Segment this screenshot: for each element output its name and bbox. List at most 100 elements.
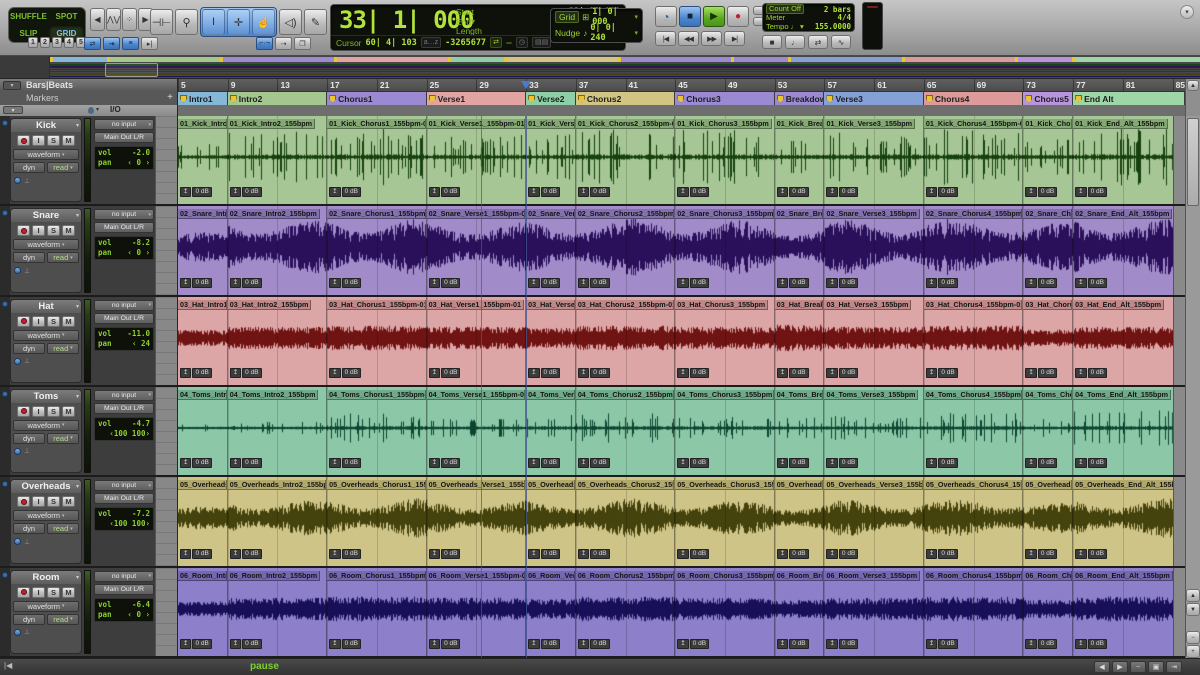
audio-clip[interactable]: 06_Room_Chorus3_155bpm↥0 dB [675,568,774,656]
clip-gain-badge[interactable]: ↥0 dB [1025,639,1057,649]
input-selector[interactable]: no input▾ [94,209,154,220]
record-enable-button[interactable] [17,316,30,327]
trim-tool-button[interactable]: ⊣⊢ [150,9,173,35]
scroll-up-corner-button[interactable]: ▲ [1187,80,1199,91]
input-monitor-button[interactable]: I [32,135,45,146]
tempo-ruler-button[interactable]: ∿ [831,35,851,49]
pan-value[interactable]: ‹100 100› [109,429,150,439]
zoom-preset-2-button[interactable]: 2 [40,37,50,48]
clip-gain-badge[interactable]: ↥0 dB [926,549,958,559]
clip-gain-badge[interactable]: ↥0 dB [1075,278,1107,288]
clip-gain-badge[interactable]: ↥0 dB [429,187,461,197]
clip-gain-badge[interactable]: ↥0 dB [926,187,958,197]
clip-gain-badge[interactable]: ↥0 dB [180,458,212,468]
track-freeze-icon[interactable] [2,301,8,307]
clip-gain-badge[interactable]: ↥0 dB [329,639,361,649]
clip-gain-badge[interactable]: ↥0 dB [1025,187,1057,197]
record-enable-button[interactable] [17,225,30,236]
clip-gain-badge[interactable]: ↥0 dB [528,549,560,559]
clip-gain-badge[interactable]: ↥0 dB [180,639,212,649]
mute-button[interactable]: M [62,406,75,417]
solo-button[interactable]: S [47,225,60,236]
zoom-preset-1-button[interactable]: 1 [28,37,38,48]
zoom-out-button[interactable]: ◀ [90,8,105,31]
clip-gain-badge[interactable]: ↥0 dB [1025,549,1057,559]
audio-clip[interactable]: 06_Room_Chorus1_155bpm-01↥0 dB [327,568,426,656]
playlist-icon[interactable] [14,538,21,545]
track-resize-gutter[interactable] [155,568,177,656]
marker-intro2[interactable]: Intro2 [228,92,327,105]
track-view-selector[interactable]: waveform▾ [13,149,79,160]
audio-clip[interactable]: 05_Overheads_Verse3_155bpm↥0 dB [824,477,923,565]
link-track-edit-button[interactable]: ≡ [122,37,139,50]
audio-clip[interactable]: 03_Hat_End_Alt_155bpm↥0 dB [1073,297,1185,385]
audio-clip[interactable]: 06_Room_Intro1↥0 dB [178,568,228,656]
marker-intro1[interactable]: Intro1 [178,92,228,105]
track-name-caret-icon[interactable]: ▾ [76,122,79,129]
clip-gain-badge[interactable]: ↥0 dB [926,368,958,378]
clip-gain-badge[interactable]: ↥0 dB [826,639,858,649]
online-button[interactable]: ◔ [655,6,677,27]
audio-clip[interactable]: 01_Kick_Verse2_155bpm-01↥0 dB [526,116,576,204]
track-name-caret-icon[interactable]: ▾ [76,574,79,581]
rewind-button[interactable]: ◀◀ [678,31,699,46]
track-lane-kick[interactable]: 01_Kick_Intro1↥0 dB01_Kick_Intro2_155bpm… [178,116,1185,204]
marker-breakdown[interactable]: Breakdown [775,92,825,105]
track-view-selector[interactable]: waveform▾ [13,420,79,431]
zoom-waveform-out-button[interactable]: ⁘ [122,8,137,31]
track-freeze-icon[interactable] [2,572,8,578]
audio-clip[interactable]: 03_Hat_Chorus1_155bpm-01↥0 dB [327,297,426,385]
track-name-row[interactable]: Overheads▾ [11,480,81,493]
audio-clip[interactable]: 04_Toms_Verse1_155bpm-01↥0 dB [427,387,526,475]
track-freeze-icon[interactable] [2,120,8,126]
nudge-value[interactable]: 0| 0| 240 [590,23,631,43]
clip-gain-badge[interactable]: ↥0 dB [826,187,858,197]
clip-gain-badge[interactable]: ↥0 dB [578,278,610,288]
ruler-title[interactable]: Bars|Beats [26,80,73,90]
clip-gain-badge[interactable]: ↥0 dB [180,549,212,559]
audio-clip[interactable]: 03_Hat_Verse3_155bpm↥0 dB [824,297,923,385]
marker-chorus4[interactable]: Chorus4 [924,92,1023,105]
vzoom-out-button[interactable]: − [1186,631,1200,644]
audio-clip[interactable]: 05_Overheads_Chorus3_155bpm↥0 dB [675,477,774,565]
audio-clip[interactable]: 05_Overheads_Chorus2_155bpm-01↥0 dB [576,477,675,565]
clip-gain-badge[interactable]: ↥0 dB [429,639,461,649]
mute-button[interactable]: M [62,316,75,327]
audio-clip[interactable]: 03_Hat_Chorus4_155bpm-01↥0 dB [924,297,1023,385]
vscroll-down-button[interactable]: ▼ [1186,603,1200,616]
audio-clip[interactable]: 01_Kick_Breakdown_155bpm↥0 dB [775,116,825,204]
record-enable-button[interactable] [17,406,30,417]
nudge-note-icon[interactable]: ♪ [583,28,587,38]
input-monitor-button[interactable]: I [32,496,45,507]
pan-value[interactable]: ‹ 0 › [127,248,150,258]
clip-gain-badge[interactable]: ↥0 dB [230,458,262,468]
output-selector[interactable]: Main Out L/R [94,584,154,595]
markers-track[interactable]: Intro1Intro2Chorus1Verse1Verse2Chorus2Ch… [178,92,1185,105]
mute-button[interactable]: M [62,225,75,236]
grid-caret-icon[interactable]: ▾ [634,13,638,21]
grid-label[interactable]: Grid [555,11,579,23]
audio-clip[interactable]: 02_Snare_Breakdown_155bpm↥0 dB [775,206,825,294]
audio-clip[interactable]: 01_Kick_Verse3_155bpm↥0 dB [824,116,923,204]
marker-verse3[interactable]: Verse3 [824,92,923,105]
droplet-caret-icon[interactable]: ▾ [96,106,99,113]
elastic-audio-button[interactable]: dyn [13,252,45,263]
automation-follows-edit-button[interactable]: ⇢ [275,37,292,50]
playlist-icon[interactable] [14,267,21,274]
output-selector[interactable]: Main Out L/R [94,403,154,414]
audio-clip[interactable]: 05_Overheads_End_Alt_155bpm↥0 dB [1073,477,1185,565]
audio-clip[interactable]: 01_Kick_Intro2_155bpm↥0 dB [228,116,327,204]
clip-gain-badge[interactable]: ↥0 dB [329,458,361,468]
pan-value[interactable]: ‹100 100› [109,519,150,529]
track-view-selector[interactable]: waveform▾ [13,510,79,521]
track-lane-toms[interactable]: 04_Toms_Intro1↥0 dB04_Toms_Intro2_155bpm… [178,387,1185,475]
scrubber-tool-button[interactable]: ◁) [279,9,302,35]
markers-label[interactable]: Markers [26,93,59,103]
clip-gain-badge[interactable]: ↥0 dB [926,639,958,649]
input-selector[interactable]: no input▾ [94,571,154,582]
track-freeze-icon[interactable] [2,481,8,487]
vol-value[interactable]: -6.4 [132,600,150,610]
audio-clip[interactable]: 04_Toms_End_Alt_155bpm↥0 dB [1073,387,1185,475]
stop-button[interactable]: ■ [679,6,701,27]
track-name-row[interactable]: Toms▾ [11,390,81,403]
